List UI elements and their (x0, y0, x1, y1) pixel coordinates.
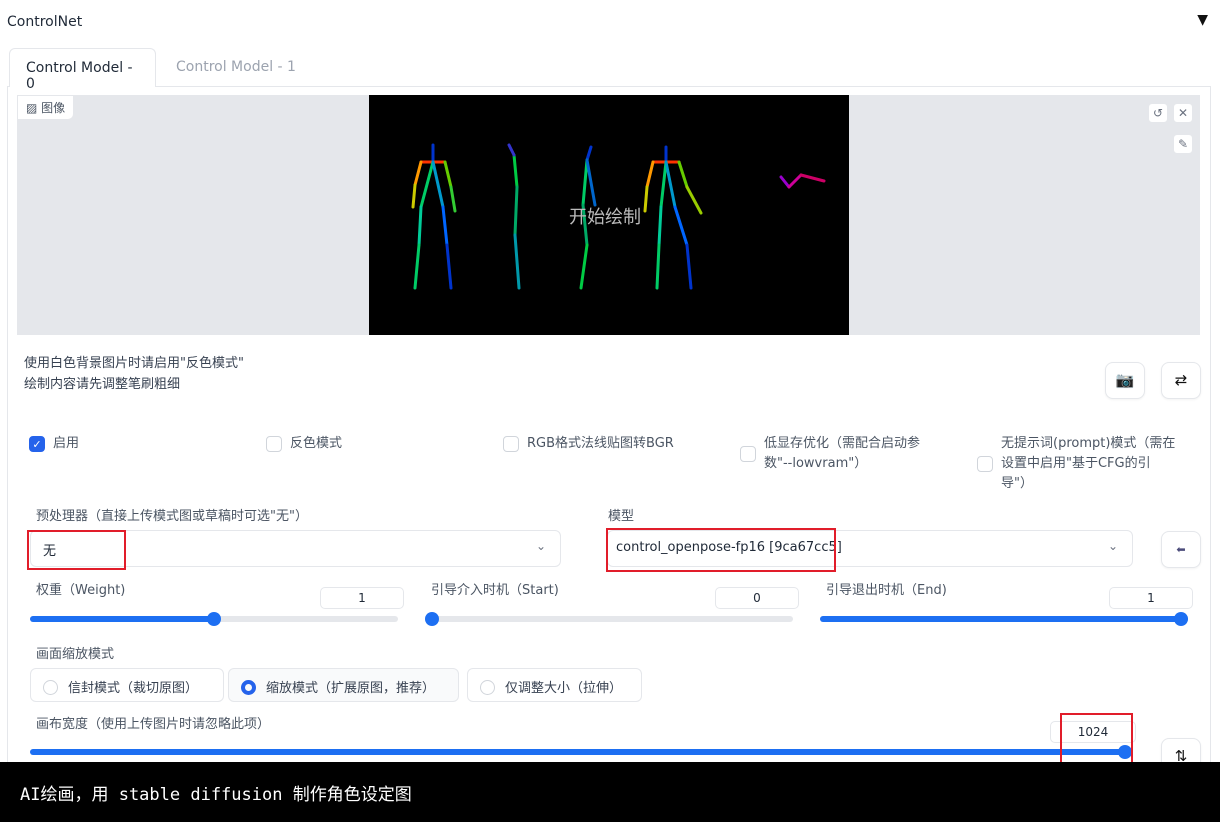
triangle-down-icon[interactable]: ▼ (1197, 12, 1208, 28)
image-label-text: 图像 (41, 101, 66, 115)
option-label: 仅调整大小（拉伸） (505, 681, 623, 696)
enable-label: 启用 (53, 436, 80, 451)
invert-label: 反色模式 (290, 436, 343, 451)
rgb-bgr-label: RGB格式法线贴图转BGR (527, 436, 674, 451)
send-end-button[interactable]: ⬅ (1161, 531, 1201, 568)
resize-option-scale[interactable]: 缩放模式（扩展原图，推荐） (228, 668, 459, 702)
image-label: ▨ 图像 (17, 95, 75, 120)
slider-thumb[interactable] (1174, 612, 1188, 626)
highlight-box (1060, 713, 1133, 765)
image-icon: ▨ (26, 101, 42, 115)
label-line: 设置中启用"基于CFG的引 (1001, 456, 1151, 471)
model-label: 模型 (608, 509, 635, 524)
slider-thumb[interactable] (207, 612, 221, 626)
chevron-down-icon: ⌄ (1107, 539, 1118, 553)
lowvram-label: 低显存优化（需配合启动参 数"--lowvram"） (764, 434, 920, 474)
pose-figure (643, 145, 703, 290)
radio-icon (480, 680, 495, 695)
tab-control-model-0[interactable]: Control Model - 0 (9, 48, 156, 92)
start-slider[interactable] (425, 612, 793, 626)
swap-arrows-icon: ⇄ (1174, 371, 1188, 389)
weight-input[interactable]: 1 (320, 587, 404, 609)
label-line: 导"） (1001, 476, 1033, 491)
pose-fragment (779, 173, 826, 189)
chevron-down-icon: ⌄ (535, 539, 546, 553)
slider-fill (30, 616, 214, 622)
start-input[interactable]: 0 (715, 587, 799, 609)
end-arrow-icon: ⬅ (1176, 543, 1186, 556)
resize-option-envelope[interactable]: 信封模式（裁切原图） (30, 668, 224, 702)
guess-mode-label: 无提示词(prompt)模式（需在 设置中启用"基于CFG的引 导"） (1001, 434, 1175, 494)
resize-mode-label: 画面缩放模式 (36, 647, 115, 662)
resize-option-stretch[interactable]: 仅调整大小（拉伸） (467, 668, 642, 702)
caption-bar: AI绘画，用 stable diffusion 制作角色设定图 (0, 762, 1220, 822)
close-icon[interactable]: ✕ (1173, 103, 1193, 123)
section-title: ControlNet (7, 14, 83, 30)
label-line: 低显存优化（需配合启动参 (764, 436, 921, 451)
highlight-box (27, 530, 126, 570)
hint-line: 使用白色背景图片时请启用"反色模式" (24, 356, 244, 371)
undo-icon[interactable]: ↺ (1148, 103, 1168, 123)
camera-button[interactable]: 📷 (1105, 362, 1145, 399)
invert-checkbox[interactable] (266, 436, 282, 452)
highlight-box (606, 528, 836, 572)
canvas-overlay-text: 开始绘制 (569, 207, 641, 228)
swap-button[interactable]: ⇄ (1161, 362, 1201, 399)
pose-figure (507, 143, 521, 290)
weight-label: 权重（Weight) (36, 583, 126, 598)
label-line: 无提示词(prompt)模式（需在 (1001, 436, 1176, 451)
slider-fill (30, 749, 1132, 755)
end-label: 引导退出时机（End) (826, 583, 947, 598)
pose-figure (411, 143, 457, 290)
guess-mode-checkbox[interactable] (977, 456, 993, 472)
camera-icon: 📷 (1115, 371, 1135, 389)
radio-selected-icon (241, 680, 256, 695)
canvas-width-slider[interactable] (30, 745, 1132, 759)
hint-line: 绘制内容请先调整笔刷粗细 (24, 377, 181, 392)
slider-fill (820, 616, 1188, 622)
lowvram-checkbox[interactable] (740, 446, 756, 462)
label-line: 数"--lowvram"） (764, 456, 868, 471)
slider-thumb[interactable] (425, 612, 439, 626)
radio-icon (43, 680, 58, 695)
end-slider[interactable] (820, 612, 1188, 626)
start-label: 引导介入时机（Start) (431, 583, 559, 598)
enable-checkbox[interactable]: ✓ (29, 436, 45, 452)
weight-slider[interactable] (30, 612, 398, 626)
tab-control-model-1[interactable]: Control Model - 1 (160, 48, 312, 87)
end-input[interactable]: 1 (1109, 587, 1193, 609)
option-label: 缩放模式（扩展原图，推荐） (266, 681, 436, 696)
canvas-width-label: 画布宽度（使用上传图片时请忽略此项） (36, 717, 271, 732)
brush-icon[interactable]: ✎ (1173, 134, 1193, 154)
option-label: 信封模式（裁切原图） (68, 681, 199, 696)
rgb-bgr-checkbox[interactable] (503, 436, 519, 452)
preprocessor-label: 预处理器（直接上传模式图或草稿时可选"无"） (36, 509, 308, 524)
